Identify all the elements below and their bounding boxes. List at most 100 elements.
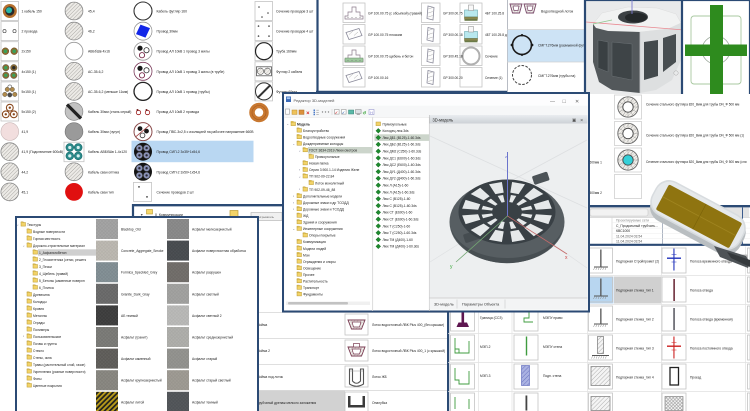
svg-text:Граница (ССЗ): Граница (ССЗ) <box>480 316 502 320</box>
svg-text:44,2: 44,2 <box>22 170 29 174</box>
svg-text:МЭПУ право: МЭПУ право <box>543 316 563 320</box>
svg-text:GP 100.00.75 (с обсыпкой) (гра: GP 100.00.75 (с обсыпкой) (гравий) <box>368 12 422 16</box>
svg-text:H: H <box>370 111 373 115</box>
svg-text:Сечение проводов 3 шт: Сечение проводов 3 шт <box>276 10 314 14</box>
svg-text:Подп. стена: Подп. стена <box>543 374 561 378</box>
svg-text:›: › <box>293 207 294 211</box>
svg-text:Мои: Мои <box>303 253 310 257</box>
svg-text:Люк ДС1 (Е600)-1-60.3ds: Люк ДС1 (Е600)-1-60.3ds <box>383 156 422 160</box>
svg-text:Провод 30мм: Провод 30мм <box>157 30 179 34</box>
svg-text:Кабель сваи тип: Кабель сваи тип <box>88 190 114 194</box>
svg-text:5х150 (2): 5х150 (2) <box>22 110 36 114</box>
svg-text:КВС1000: КВС1000 <box>616 229 630 233</box>
svg-text:4БТ 100.25.8: 4БТ 100.25.8 <box>485 12 504 16</box>
svg-text:41,9 (Подключение 600кВ): 41,9 (Подключение 600кВ) <box>22 150 64 154</box>
svg-text:GP 100.00.75 щебень и бетон: GP 100.00.75 щебень и бетон <box>368 55 413 59</box>
svg-text:GP 100.00.16: GP 100.00.16 <box>368 76 388 80</box>
svg-text:Водные поверхности: Водные поверхности <box>33 230 65 234</box>
svg-text:Прямоугольные: Прямоугольные <box>383 122 407 126</box>
svg-text:Concrete_Aggregate_Smoke: Concrete_Aggregate_Smoke <box>121 249 164 253</box>
svg-text:АВБбШв 4х16: АВБбШв 4х16 <box>88 50 110 54</box>
svg-text:✓: ✓ <box>342 111 345 115</box>
svg-text:Сечение (1): Сечение (1) <box>485 76 503 80</box>
svg-text:Транспорт: Транспорт <box>303 286 320 290</box>
svg-text:Провод СИП-2 3х35+1х54,6: Провод СИП-2 3х35+1х54,6 <box>157 150 201 154</box>
svg-text:Люк ДБ1 (В125)-1-60.3ds: Люк ДБ1 (В125)-1-60.3ds <box>383 136 421 140</box>
svg-text:⌄: ⌄ <box>17 223 20 227</box>
svg-text:3_Пески: 3_Пески <box>39 265 52 269</box>
svg-text:Модели людей: Модели людей <box>303 247 326 251</box>
svg-text:›: › <box>299 188 300 192</box>
svg-text:Асфальт литой: Асфальт литой <box>121 400 144 404</box>
svg-text:Почвы и грунты: Почвы и грунты <box>33 342 58 346</box>
svg-text:3D-модель: 3D-модель <box>434 302 454 307</box>
svg-text:Дорожно-строительные материал: Дорожно-строительные материал <box>33 244 85 248</box>
svg-text:›: › <box>293 201 294 205</box>
svg-text:Текстуры: Текстуры <box>27 223 42 227</box>
svg-text:Сечение стального футляра 820_: Сечение стального футляра 820_8мм для тр… <box>646 134 744 138</box>
svg-text:⌄: ⌄ <box>299 175 302 179</box>
svg-text:Благоустройство: Благоустройство <box>303 129 329 133</box>
svg-text:Обойма под лоток: Обойма под лоток <box>255 375 284 379</box>
svg-text:Водоотводной лоток: Водоотводной лоток <box>541 10 574 14</box>
svg-text:Люк ДМ2 (С250)-1-60.3ds: Люк ДМ2 (С250)-1-60.3ds <box>383 150 422 154</box>
svg-text:Люк ДУ2 (Д400)-1-60.3ds: Люк ДУ2 (Д400)-1-60.3ds <box>383 177 421 181</box>
svg-text:Люк Т (С250)-1-60: Люк Т (С250)-1-60 <box>383 224 411 228</box>
svg-text:Провод СИП-2 3х50+1х54,6: Провод СИП-2 3х50+1х54,6 <box>157 170 201 174</box>
svg-text:›: › <box>23 335 24 339</box>
svg-text:Лоток водосточный ЛВК Plus 400: Лоток водосточный ЛВК Plus 400_(без крыш… <box>372 323 444 327</box>
svg-text:Стекло: Стекло <box>33 349 44 353</box>
svg-text:Модель: Модель <box>297 122 310 126</box>
svg-text:С_Продольный трубчать...: С_Продольный трубчать... <box>616 224 658 228</box>
svg-text:Коммуникация: Коммуникация <box>303 240 326 244</box>
svg-text:11.04.2024 03:54: 11.04.2024 03:54 <box>616 240 642 244</box>
svg-text:1 кабель 150: 1 кабель 150 <box>22 10 42 14</box>
svg-text:Кабель 30мм (сталь серый): Кабель 30мм (сталь серый) <box>88 110 131 114</box>
svg-text:Люк ДС2 (Е600)-1-60.3ds: Люк ДС2 (Е600)-1-60.3ds <box>383 163 422 167</box>
svg-text:Провод ПВС-3х2,5 с изоляцией н: Провод ПВС-3х2,5 с изоляцией на рабочее … <box>157 130 255 134</box>
svg-text:МЭП-3: МЭП-3 <box>480 374 491 378</box>
svg-text:Люк СТ (Е600)-1-60.3ds: Люк СТ (Е600)-1-60.3ds <box>383 218 419 222</box>
svg-text:GP 300.45.18: GP 300.45.18 <box>443 55 463 59</box>
svg-text:⌄: ⌄ <box>299 148 302 152</box>
svg-text:Опоры покрытые: Опоры покрытые <box>309 234 336 238</box>
svg-text:Металлы: Металлы <box>33 314 48 318</box>
svg-text:Асфальт среднезернистый: Асфальт среднезернистый <box>192 336 233 340</box>
svg-text:Дорожные знаки и ТСОДД: Дорожные знаки и ТСОДД <box>303 207 345 211</box>
svg-text:Труба 160мм: Труба 160мм <box>276 50 297 54</box>
svg-text:Полоса постоянного отвода: Полоса постоянного отвода <box>690 347 733 351</box>
svg-text:Formica_Speckled_Grey: Formica_Speckled_Grey <box>121 271 158 275</box>
svg-text:АС-35-6,2 (меньше 11мм): АС-35-6,2 (меньше 11мм) <box>88 90 128 94</box>
svg-text:Кровля: Кровля <box>33 307 44 311</box>
svg-text:Полоса отвода (временная): Полоса отвода (временная) <box>690 318 733 322</box>
svg-text:Провод АЛ 10кВ 1 провод 3 жилы: Провод АЛ 10кВ 1 провод 3 жилы <box>157 50 211 54</box>
svg-text:⌄: ⌄ <box>23 244 26 248</box>
svg-text:5х150 (1): 5х150 (1) <box>22 90 36 94</box>
svg-text:Прочее: Прочее <box>303 273 315 277</box>
svg-text:Асфальт (гранит): Асфальт (гранит) <box>121 336 147 340</box>
svg-text:Новая папка: Новая папка <box>309 162 329 166</box>
svg-text:1_Асфальтобетон: 1_Асфальтобетон <box>39 251 67 255</box>
svg-text:Подпорная стенка_тип 3: Подпорная стенка_тип 3 <box>616 347 654 351</box>
svg-text:Древесина: Древесина <box>33 293 50 297</box>
svg-text:Редактор 3D-моделей: Редактор 3D-моделей <box>294 98 335 103</box>
svg-text:Колодец люк.3ds: Колодец люк.3ds <box>383 129 409 133</box>
svg-text:z: z <box>505 154 507 159</box>
svg-text:11.04.2024 03:54: 11.04.2024 03:54 <box>616 234 642 238</box>
svg-text:↺: ↺ <box>363 111 367 116</box>
svg-text:Лоток монолитный: Лоток монолитный <box>315 181 344 185</box>
svg-text:ГОСТ 3634-2019 Люки смотров: ГОСТ 3634-2019 Люки смотров <box>309 149 357 153</box>
svg-text:6_Плитка: 6_Плитка <box>39 286 54 290</box>
svg-text:Здания и сооружения: Здания и сооружения <box>303 221 337 225</box>
svg-text:Дополнительные модели: Дополнительные модели <box>303 194 342 198</box>
svg-text:Люк ТМ (Д400)-1-60: Люк ТМ (Д400)-1-60 <box>383 238 413 242</box>
svg-text:Люк С (В125)-1-60.3ds: Люк С (В125)-1-60.3ds <box>383 204 417 208</box>
svg-text:Асфальт темный: Асфальт темный <box>192 400 218 404</box>
svg-text:Ограды: Ограды <box>33 321 45 325</box>
svg-text:ТП 902-09-46_88: ТП 902-09-46_88 <box>309 188 335 192</box>
svg-text:GP 300.00.75: GP 300.00.75 <box>443 12 463 16</box>
svg-text:Асфальт каменный: Асфальт каменный <box>121 357 151 361</box>
svg-text:⌄: ⌄ <box>287 122 290 126</box>
svg-text:✕: ✕ <box>575 99 579 105</box>
svg-text:Люк С (В125)-1-60: Люк С (В125)-1-60 <box>383 197 411 201</box>
